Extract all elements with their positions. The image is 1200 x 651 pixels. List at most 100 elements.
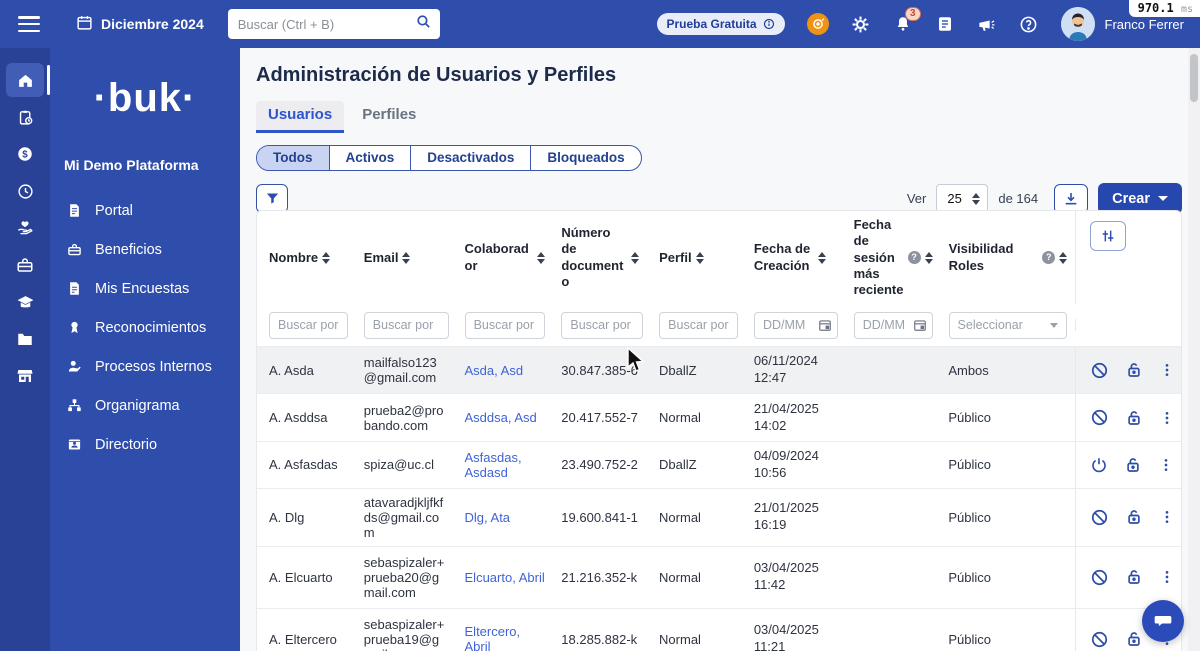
rail-item-tasks[interactable] xyxy=(6,100,44,134)
filter-documento-input[interactable] xyxy=(561,312,643,339)
kebab-menu-icon[interactable] xyxy=(1159,360,1175,380)
help-icon[interactable]: ? xyxy=(1042,251,1055,264)
rail-item-documents[interactable] xyxy=(6,322,44,356)
sidebar-item-portal[interactable]: Portal xyxy=(50,191,240,230)
sort-icon[interactable] xyxy=(402,252,410,264)
sort-icon[interactable] xyxy=(537,252,545,264)
rail-item-benefits[interactable] xyxy=(6,248,44,282)
sort-icon[interactable] xyxy=(818,252,826,264)
trial-badge[interactable]: Prueba Gratuita xyxy=(657,13,785,35)
sidebar-item-reconocimientos[interactable]: Reconocimientos xyxy=(50,308,240,347)
user-avatar[interactable] xyxy=(1061,7,1095,41)
collaborator-link[interactable]: Asda, Asd xyxy=(465,363,546,378)
page-size-select[interactable]: 25 xyxy=(936,184,988,213)
user-name[interactable]: Franco Ferrer xyxy=(1105,17,1184,32)
changelog-icon[interactable] xyxy=(935,14,955,34)
filter-desactivados[interactable]: Desactivados xyxy=(411,146,531,170)
cell-documento: 30.847.385-6 xyxy=(553,347,651,393)
buk-logo: ·buk· xyxy=(50,76,240,121)
table-row[interactable]: A. Asfasdas spiza@uc.cl Asfasdas, Asdasd… xyxy=(257,441,1181,488)
table-row[interactable]: A. Asda mailfalso123@gmail.com Asda, Asd… xyxy=(257,346,1181,393)
power-icon[interactable] xyxy=(1090,455,1108,475)
rail-item-time[interactable] xyxy=(6,174,44,208)
filter-perfil-input[interactable] xyxy=(659,312,738,339)
ban-icon[interactable] xyxy=(1090,408,1109,428)
sort-icon[interactable] xyxy=(925,252,933,264)
announcements-megaphone-icon[interactable] xyxy=(977,14,997,34)
filter-email-input[interactable] xyxy=(364,312,449,339)
award-icon xyxy=(66,319,83,336)
sort-icon[interactable] xyxy=(696,252,704,264)
ban-icon[interactable] xyxy=(1090,360,1109,380)
sort-icon[interactable] xyxy=(1059,252,1067,264)
global-search[interactable] xyxy=(228,9,440,39)
sort-icon[interactable] xyxy=(631,252,639,264)
rail-item-training[interactable] xyxy=(6,285,44,319)
filter-colaborador-input[interactable] xyxy=(465,312,546,339)
lock-open-icon[interactable] xyxy=(1125,567,1143,587)
collaborator-link[interactable]: Asddsa, Asd xyxy=(465,410,546,425)
kebab-menu-icon[interactable] xyxy=(1158,455,1174,475)
collaborator-link[interactable]: Elcuarto, Abril xyxy=(465,570,546,585)
tab-perfiles[interactable]: Perfiles xyxy=(350,101,428,133)
rail-item-home[interactable] xyxy=(6,63,44,97)
sidebar-item-directorio[interactable]: Directorio xyxy=(50,425,240,464)
filter-todos[interactable]: Todos xyxy=(257,146,330,170)
calendar-icon[interactable] xyxy=(818,318,832,332)
table-row[interactable]: A. Eltercero sebaspizaler+prueba19@gmail… xyxy=(257,608,1181,651)
table-row[interactable]: A. Elcuarto sebaspizaler+prueba20@gmail.… xyxy=(257,546,1181,608)
performance-value: 970.1 xyxy=(1138,1,1174,15)
kebab-menu-icon[interactable] xyxy=(1159,507,1175,527)
tab-usuarios[interactable]: Usuarios xyxy=(256,101,344,133)
company-name: Mi Demo Plataforma xyxy=(50,157,240,173)
rail-item-remunerations[interactable]: $ xyxy=(6,137,44,171)
collaborator-link[interactable]: Eltercero, Abril xyxy=(465,624,546,651)
advanced-filter-button[interactable] xyxy=(256,184,288,213)
filter-bloqueados[interactable]: Bloqueados xyxy=(531,146,640,170)
filter-activos[interactable]: Activos xyxy=(330,146,412,170)
ban-icon[interactable] xyxy=(1090,567,1109,587)
lock-open-icon[interactable] xyxy=(1125,408,1143,428)
help-icon[interactable]: ? xyxy=(908,251,921,264)
lock-open-icon[interactable] xyxy=(1125,629,1143,649)
chat-fab-button[interactable] xyxy=(1142,600,1184,642)
search-input[interactable] xyxy=(238,17,415,32)
rail-item-marketplace[interactable] xyxy=(6,359,44,393)
sidebar-item-label: Portal xyxy=(95,203,133,219)
period-selector[interactable]: Diciembre 2024 xyxy=(76,14,204,34)
assistant-icon[interactable] xyxy=(807,13,829,35)
search-icon[interactable] xyxy=(415,13,432,35)
table-header-row: Nombre Email Colaborador Número de docum… xyxy=(257,211,1181,304)
rail-item-talent[interactable] xyxy=(6,211,44,245)
scrollbar-thumb[interactable] xyxy=(1190,54,1198,102)
page-scrollbar[interactable] xyxy=(1188,48,1200,651)
page-size-value: 25 xyxy=(947,191,961,206)
table-row[interactable]: A. Dlg atavaradjkljfkfds@gmail.com Dlg, … xyxy=(257,488,1181,546)
table-row[interactable]: A. Asddsa prueba2@probando.com Asddsa, A… xyxy=(257,393,1181,441)
ban-icon[interactable] xyxy=(1090,629,1109,649)
ban-icon[interactable] xyxy=(1090,507,1109,527)
column-config-button[interactable] xyxy=(1090,221,1126,251)
table-body: A. Asda mailfalso123@gmail.com Asda, Asd… xyxy=(257,346,1181,651)
kebab-menu-icon[interactable] xyxy=(1159,408,1175,428)
notification-count-badge: 3 xyxy=(905,7,921,21)
lock-open-icon[interactable] xyxy=(1125,507,1143,527)
sidebar-item-beneficios[interactable]: Beneficios xyxy=(50,230,240,269)
sidebar-item-mis-encuestas[interactable]: Mis Encuestas xyxy=(50,269,240,308)
lock-open-icon[interactable] xyxy=(1125,360,1143,380)
filter-nombre-input[interactable] xyxy=(269,312,348,339)
collaborator-link[interactable]: Asfasdas, Asdasd xyxy=(465,450,546,480)
filter-visibilidad-select[interactable]: Seleccionar xyxy=(949,312,1068,339)
calendar-icon[interactable] xyxy=(913,318,927,332)
sidebar-item-organigrama[interactable]: Organigrama xyxy=(50,386,240,425)
kebab-menu-icon[interactable] xyxy=(1159,567,1175,587)
notifications-bell-icon[interactable]: 3 xyxy=(893,14,913,34)
download-button[interactable] xyxy=(1054,184,1088,214)
help-icon[interactable] xyxy=(1019,14,1039,34)
sidebar-item-procesos-internos[interactable]: Procesos Internos xyxy=(50,347,240,386)
settings-gear-icon[interactable] xyxy=(851,14,871,34)
collaborator-link[interactable]: Dlg, Ata xyxy=(465,510,546,525)
sort-icon[interactable] xyxy=(322,252,330,264)
lock-open-icon[interactable] xyxy=(1124,455,1142,475)
hamburger-menu-icon[interactable] xyxy=(18,16,40,32)
